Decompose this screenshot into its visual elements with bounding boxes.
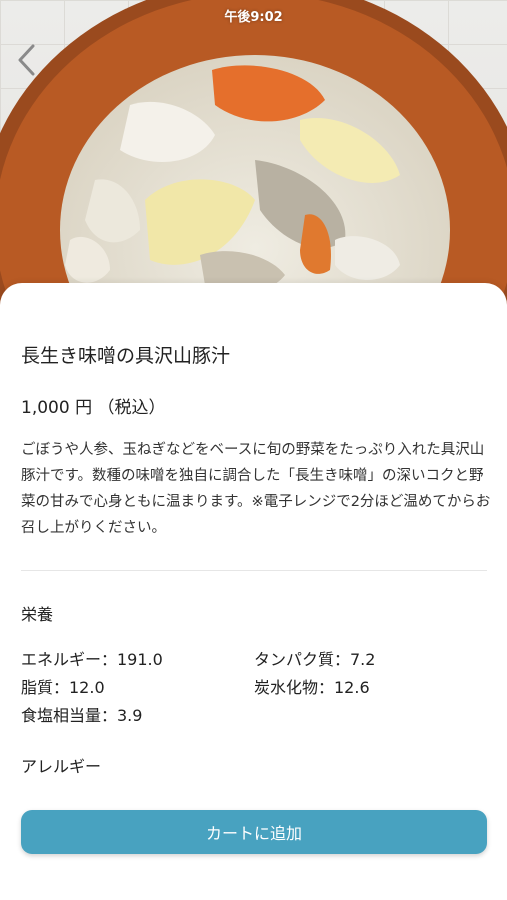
product-detail-sheet: 長生き味噌の具沢山豚汁 1,000 円 （税込） ごぼうや人参、玉ねぎなどをベー…	[0, 283, 507, 900]
allergy-label: アレルギー	[21, 757, 102, 776]
nutrition-fat: 脂質：12.0	[21, 678, 105, 697]
tonjiru-bowl-image	[0, 0, 507, 320]
nutrition-salt: 食塩相当量：3.9	[21, 706, 143, 725]
nutrition-energy: エネルギー：191.0	[21, 650, 163, 669]
product-title: 長生き味噌の具沢山豚汁	[21, 345, 231, 367]
nutrition-protein: タンパク質：7.2	[254, 650, 376, 669]
add-to-cart-button[interactable]: カートに追加	[21, 810, 487, 854]
product-description: ごぼうや人参、玉ねぎなどをベースに旬の野菜をたっぷり入れた具沢山豚汁です。数種の…	[21, 442, 491, 536]
product-photo	[0, 0, 507, 320]
back-button[interactable]	[12, 40, 42, 80]
section-divider	[21, 570, 487, 571]
nutrition-list: エネルギー：191.0 タンパク質：7.2 脂質：12.0 炭水化物：12.6 …	[21, 649, 487, 727]
status-bar-time: 午後9:02	[224, 10, 283, 25]
nutrition-carbohydrate: 炭水化物：12.6	[254, 678, 370, 697]
nutrition-label: 栄養	[21, 605, 54, 624]
chevron-left-icon	[18, 44, 35, 76]
product-price: 1,000 円 （税込）	[21, 398, 166, 418]
